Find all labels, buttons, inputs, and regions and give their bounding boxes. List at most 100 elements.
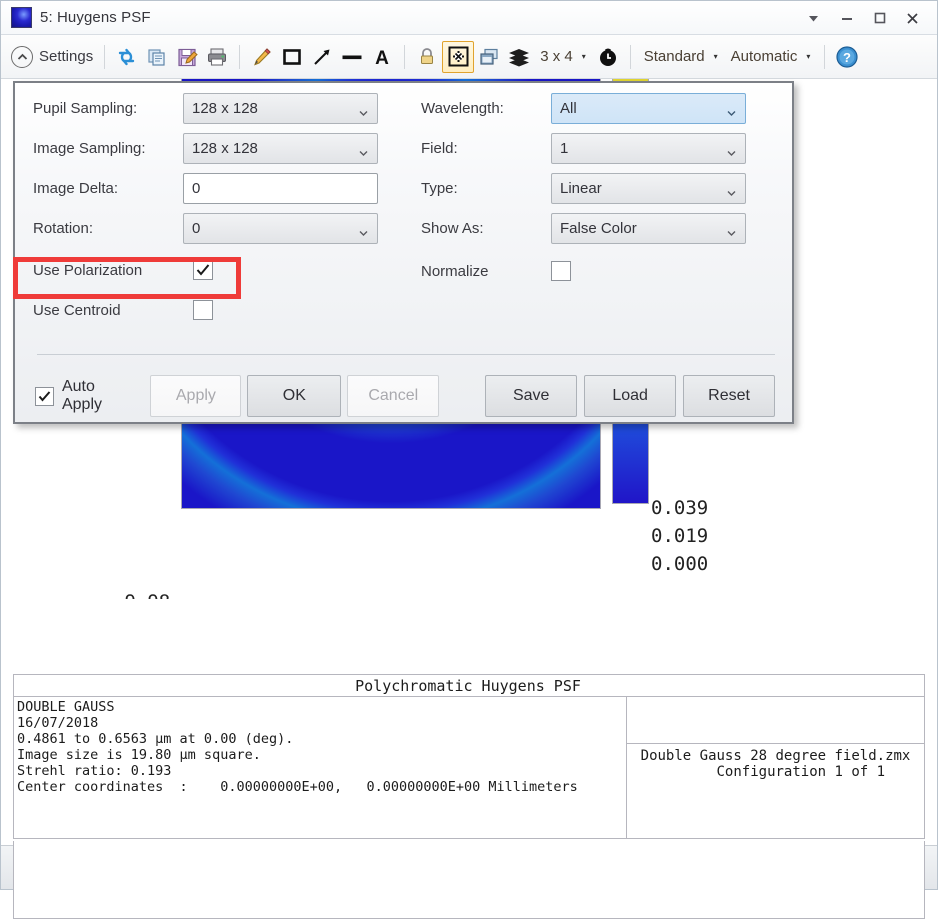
content-area: 0.039 0.019 0.000 -9.98 -9.98 0 9.98 X-P… bbox=[1, 79, 937, 845]
pupil-sampling-select[interactable]: 128 x 128 bbox=[183, 93, 378, 124]
auto-apply-toggle[interactable]: Auto Apply bbox=[35, 378, 138, 414]
settings-divider bbox=[37, 354, 775, 355]
normalize-row[interactable]: Normalize bbox=[421, 261, 571, 281]
info-panel: Polychromatic Huygens PSF DOUBLE GAUSS 1… bbox=[13, 674, 925, 839]
image-delta-value: 0 bbox=[192, 180, 200, 197]
image-delta-input[interactable]: 0 bbox=[183, 173, 378, 204]
auto-apply-checkbox[interactable] bbox=[35, 387, 54, 406]
refresh-icon[interactable] bbox=[112, 41, 142, 73]
save-button[interactable]: Save bbox=[485, 375, 577, 417]
close-button[interactable] bbox=[896, 3, 929, 33]
pupil-sampling-row: Pupil Sampling: 128 x 128 bbox=[33, 93, 378, 124]
cancel-button[interactable]: Cancel bbox=[347, 375, 439, 417]
copy-icon[interactable] bbox=[142, 41, 172, 73]
image-sampling-select[interactable]: 128 x 128 bbox=[183, 133, 378, 164]
psf-thumbnail-icon bbox=[11, 7, 32, 28]
toolbar-separator bbox=[404, 45, 405, 69]
toolbar-separator bbox=[104, 45, 105, 69]
reset-button[interactable]: Reset bbox=[683, 375, 775, 417]
text-tool-icon[interactable]: A bbox=[367, 41, 397, 73]
normalize-label: Normalize bbox=[421, 263, 551, 280]
wavelength-row: Wavelength: All bbox=[421, 93, 746, 124]
scale-dropdown[interactable]: Automatic ▾ bbox=[725, 41, 818, 73]
info-panel-overflow bbox=[13, 841, 925, 919]
pencil-icon[interactable] bbox=[247, 41, 277, 73]
wavelength-select[interactable]: All bbox=[551, 93, 746, 124]
image-sampling-value: 128 x 128 bbox=[192, 140, 258, 157]
use-centroid-label: Use Centroid bbox=[33, 302, 193, 319]
minimize-button[interactable] bbox=[830, 3, 863, 33]
settings-label: Settings bbox=[39, 48, 93, 65]
use-centroid-checkbox[interactable] bbox=[193, 300, 213, 320]
wavelength-value: All bbox=[560, 100, 577, 117]
grid-size-label: 3 x 4 bbox=[538, 48, 575, 65]
settings-button-row: Auto Apply Apply OK Cancel Save Load Res… bbox=[35, 374, 775, 418]
show-as-value: False Color bbox=[560, 220, 637, 237]
rotation-select[interactable]: 0 bbox=[183, 213, 378, 244]
grid-size-dropdown[interactable]: 3 x 4 ▾ bbox=[534, 41, 593, 73]
use-polarization-label: Use Polarization bbox=[33, 262, 193, 279]
info-panel-file-text: Double Gauss 28 degree field.zmx Configu… bbox=[627, 743, 924, 780]
image-delta-label: Image Delta: bbox=[33, 180, 183, 197]
huygens-psf-window: 5: Huygens PSF Settings bbox=[0, 0, 938, 890]
type-label: Type: bbox=[421, 180, 551, 197]
settings-toggle-button[interactable]: Settings bbox=[7, 41, 97, 73]
chevron-down-icon bbox=[359, 224, 368, 233]
maximize-button[interactable] bbox=[863, 3, 896, 33]
info-panel-title: Polychromatic Huygens PSF bbox=[14, 675, 924, 697]
scale-dropdown-label: Automatic bbox=[729, 48, 800, 65]
window-tile-icon[interactable] bbox=[474, 41, 504, 73]
toolbar-separator bbox=[630, 45, 631, 69]
fit-window-icon[interactable] bbox=[442, 41, 474, 73]
colorbar-tick: 0.039 bbox=[651, 497, 708, 519]
info-panel-body: DOUBLE GAUSS 16/07/2018 0.4861 to 0.6563… bbox=[14, 697, 924, 838]
save-icon[interactable] bbox=[172, 41, 202, 73]
field-value: 1 bbox=[560, 140, 568, 157]
pupil-sampling-label: Pupil Sampling: bbox=[33, 100, 183, 117]
normalize-checkbox[interactable] bbox=[551, 261, 571, 281]
auto-apply-label: Auto Apply bbox=[62, 378, 138, 414]
colorbar-tick: 0.000 bbox=[651, 553, 708, 575]
image-sampling-label: Image Sampling: bbox=[33, 140, 183, 157]
style-dropdown-label: Standard bbox=[642, 48, 707, 65]
chevron-down-icon bbox=[359, 104, 368, 113]
chevron-down-icon bbox=[727, 224, 736, 233]
svg-text:A: A bbox=[375, 48, 389, 68]
apply-button[interactable]: Apply bbox=[150, 375, 241, 417]
pupil-sampling-value: 128 x 128 bbox=[192, 100, 258, 117]
print-icon[interactable] bbox=[202, 41, 232, 73]
window-menu-button[interactable] bbox=[797, 3, 830, 33]
help-icon[interactable]: ? bbox=[832, 41, 862, 73]
image-delta-row: Image Delta: 0 bbox=[33, 173, 378, 204]
window-title: 5: Huygens PSF bbox=[40, 9, 151, 26]
rectangle-icon[interactable] bbox=[277, 41, 307, 73]
chevron-down-icon bbox=[727, 104, 736, 113]
line-icon[interactable] bbox=[337, 41, 367, 73]
svg-text:?: ? bbox=[843, 50, 851, 65]
show-as-select[interactable]: False Color bbox=[551, 213, 746, 244]
ok-button[interactable]: OK bbox=[247, 375, 341, 417]
toolbar-separator bbox=[239, 45, 240, 69]
rotation-value: 0 bbox=[192, 220, 200, 237]
chevron-down-icon bbox=[727, 184, 736, 193]
chevron-down-icon: ▾ bbox=[711, 52, 721, 61]
use-centroid-row[interactable]: Use Centroid bbox=[33, 300, 213, 320]
field-row: Field: 1 bbox=[421, 133, 746, 164]
info-panel-details: DOUBLE GAUSS 16/07/2018 0.4861 to 0.6563… bbox=[14, 697, 627, 838]
clock-icon[interactable] bbox=[593, 41, 623, 73]
lock-icon[interactable] bbox=[412, 41, 442, 73]
type-select[interactable]: Linear bbox=[551, 173, 746, 204]
use-polarization-row[interactable]: Use Polarization bbox=[33, 260, 213, 280]
wavelength-label: Wavelength: bbox=[421, 100, 551, 117]
load-button[interactable]: Load bbox=[584, 375, 676, 417]
show-as-row: Show As: False Color bbox=[421, 213, 746, 244]
chevron-up-circle-icon bbox=[11, 46, 33, 68]
window-controls bbox=[797, 1, 929, 35]
layers-icon[interactable] bbox=[504, 41, 534, 73]
arrow-icon[interactable] bbox=[307, 41, 337, 73]
rotation-row: Rotation: 0 bbox=[33, 213, 378, 244]
use-polarization-checkbox[interactable] bbox=[193, 260, 213, 280]
style-dropdown[interactable]: Standard ▾ bbox=[638, 41, 725, 73]
colorbar-tick: 0.019 bbox=[651, 525, 708, 547]
field-select[interactable]: 1 bbox=[551, 133, 746, 164]
